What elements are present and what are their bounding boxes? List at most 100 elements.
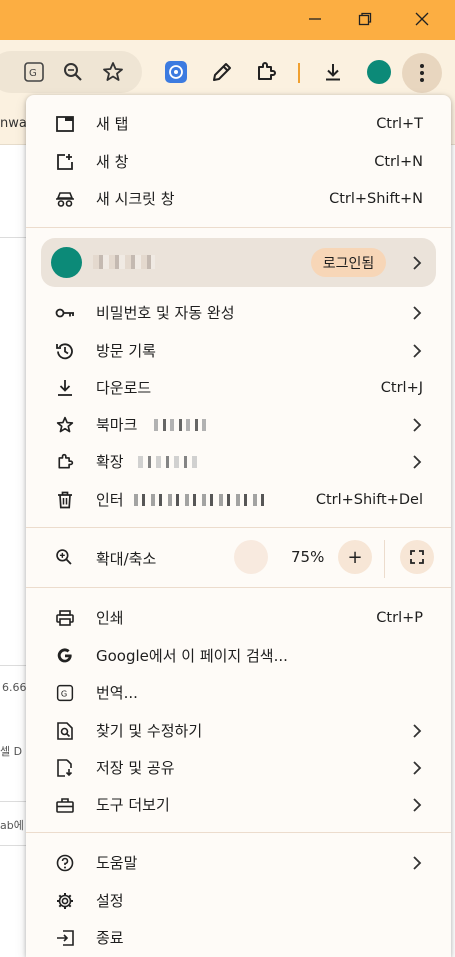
menu-separator xyxy=(26,227,451,228)
more-menu-icon xyxy=(420,64,424,82)
menu-item-find-edit[interactable]: 찾기 및 수정하기 xyxy=(26,712,451,749)
chevron-right-icon xyxy=(413,856,422,870)
zoom-value: 75% xyxy=(291,548,325,566)
divider xyxy=(0,845,26,846)
new-window-icon xyxy=(55,152,75,172)
zoom-out-button[interactable]: − xyxy=(234,540,268,574)
close-icon xyxy=(415,12,429,26)
printer-icon xyxy=(55,608,75,628)
profile-row[interactable]: 로그인됨 xyxy=(41,238,436,287)
page-snippet: 셀 D xyxy=(0,745,23,758)
close-button[interactable] xyxy=(407,6,437,32)
menu-item-label: 도구 더보기 xyxy=(96,796,170,814)
menu-item-new-window[interactable]: 새 창 Ctrl+N xyxy=(26,143,451,180)
shortcut: Ctrl+T xyxy=(376,115,423,132)
menu-item-clear-browsing-data[interactable]: 인터 Ctrl+Shift+Del xyxy=(26,481,451,518)
menu-item-bookmarks[interactable]: 북마크 xyxy=(26,406,451,443)
google-icon xyxy=(55,646,75,666)
zoom-icon[interactable] xyxy=(57,56,89,88)
zoom-in-button[interactable]: + xyxy=(338,540,372,574)
menu-item-label: 찾기 및 수정하기 xyxy=(96,722,203,740)
divider xyxy=(0,801,26,802)
puzzle-icon[interactable] xyxy=(250,56,282,88)
history-icon xyxy=(55,341,75,361)
bookmark-text[interactable]: nwa xyxy=(0,116,27,131)
zoom-label: 확대/축소 xyxy=(96,550,157,568)
menu-item-extensions[interactable]: 확장 xyxy=(26,443,451,480)
menu-separator xyxy=(26,587,451,588)
vertical-divider xyxy=(384,540,385,578)
restore-button[interactable] xyxy=(350,6,380,32)
svg-text:G: G xyxy=(29,68,37,79)
extension-icon[interactable] xyxy=(160,56,192,88)
minus-icon: − xyxy=(244,547,258,567)
shortcut: Ctrl+Shift+N xyxy=(329,190,423,207)
new-tab-icon xyxy=(55,114,75,134)
shortcut: Ctrl+J xyxy=(380,379,423,396)
toolbox-icon xyxy=(55,795,75,815)
menu-item-save-share[interactable]: 저장 및 공유 xyxy=(26,749,451,786)
translate-icon: G xyxy=(55,683,75,703)
shortcut: Ctrl+Shift+Del xyxy=(315,491,423,508)
menu-item-new-tab[interactable]: 새 탭 Ctrl+T xyxy=(26,105,451,142)
page-snippet: 6.66 xyxy=(2,681,27,694)
menu-item-help[interactable]: 도움말 xyxy=(26,844,451,881)
save-share-icon xyxy=(55,758,75,778)
menu-item-downloads[interactable]: 다운로드 Ctrl+J xyxy=(26,369,451,406)
menu-item-label: 도움말 xyxy=(96,854,138,872)
fullscreen-button[interactable] xyxy=(400,540,434,574)
restore-icon xyxy=(358,12,372,26)
chrome-menu: 새 탭 Ctrl+T 새 창 Ctrl+N 새 시크릿 창 Ctrl+Shift… xyxy=(26,95,451,957)
menu-item-history[interactable]: 방문 기록 xyxy=(26,332,451,369)
profile-avatar[interactable] xyxy=(363,56,395,88)
star-icon xyxy=(55,415,75,435)
redacted-text xyxy=(134,494,264,506)
download-icon[interactable] xyxy=(317,56,349,88)
chevron-right-icon xyxy=(413,418,422,432)
more-menu-button[interactable] xyxy=(402,53,442,93)
bookmark-star-icon[interactable] xyxy=(97,56,129,88)
redacted-text xyxy=(154,419,206,431)
menu-item-label: 비밀번호 및 자동 완성 xyxy=(96,304,235,322)
menu-item-search-page[interactable]: Google에서 이 페이지 검색... xyxy=(26,637,451,674)
divider xyxy=(0,237,26,238)
menu-item-translate[interactable]: G 번역... xyxy=(26,674,451,711)
page-snippet: ab에 xyxy=(0,819,24,832)
shortcut: Ctrl+P xyxy=(376,609,423,626)
svg-text:G: G xyxy=(61,688,67,698)
signin-status-badge: 로그인됨 xyxy=(311,248,386,277)
translate-icon[interactable]: G xyxy=(18,56,50,88)
menu-item-label: 북마크 xyxy=(96,416,138,434)
title-bar xyxy=(0,0,455,40)
minimize-button[interactable] xyxy=(300,6,330,32)
zoom-row: 확대/축소 − 75% + xyxy=(26,538,451,578)
plus-icon: + xyxy=(347,546,363,568)
menu-item-label: 종료 xyxy=(96,929,124,947)
chevron-right-icon xyxy=(413,306,422,320)
incognito-icon xyxy=(55,189,75,209)
toolbar-divider xyxy=(298,63,300,83)
fullscreen-icon xyxy=(410,550,424,564)
menu-item-label: 새 탭 xyxy=(96,115,129,133)
menu-item-label: 저장 및 공유 xyxy=(96,759,175,777)
menu-item-settings[interactable]: 설정 xyxy=(26,882,451,919)
menu-item-print[interactable]: 인쇄 Ctrl+P xyxy=(26,599,451,636)
menu-item-label: 방문 기록 xyxy=(96,342,156,360)
menu-item-passwords[interactable]: 비밀번호 및 자동 완성 xyxy=(26,294,451,331)
find-in-page-icon xyxy=(55,721,75,741)
minimize-icon xyxy=(309,18,321,20)
chevron-right-icon xyxy=(413,761,422,775)
chevron-right-icon xyxy=(413,724,422,738)
menu-item-exit[interactable]: 종료 xyxy=(26,919,451,956)
menu-item-label: 인쇄 xyxy=(96,609,124,627)
chevron-right-icon xyxy=(413,798,422,812)
download-icon xyxy=(55,378,75,398)
menu-item-incognito[interactable]: 새 시크릿 창 Ctrl+Shift+N xyxy=(26,180,451,217)
profile-name-redacted xyxy=(93,255,155,269)
pencil-icon[interactable] xyxy=(206,56,238,88)
gear-icon xyxy=(55,891,75,911)
help-icon xyxy=(55,853,75,873)
menu-item-label: 번역... xyxy=(96,684,138,702)
divider xyxy=(0,665,26,666)
menu-item-more-tools[interactable]: 도구 더보기 xyxy=(26,786,451,823)
